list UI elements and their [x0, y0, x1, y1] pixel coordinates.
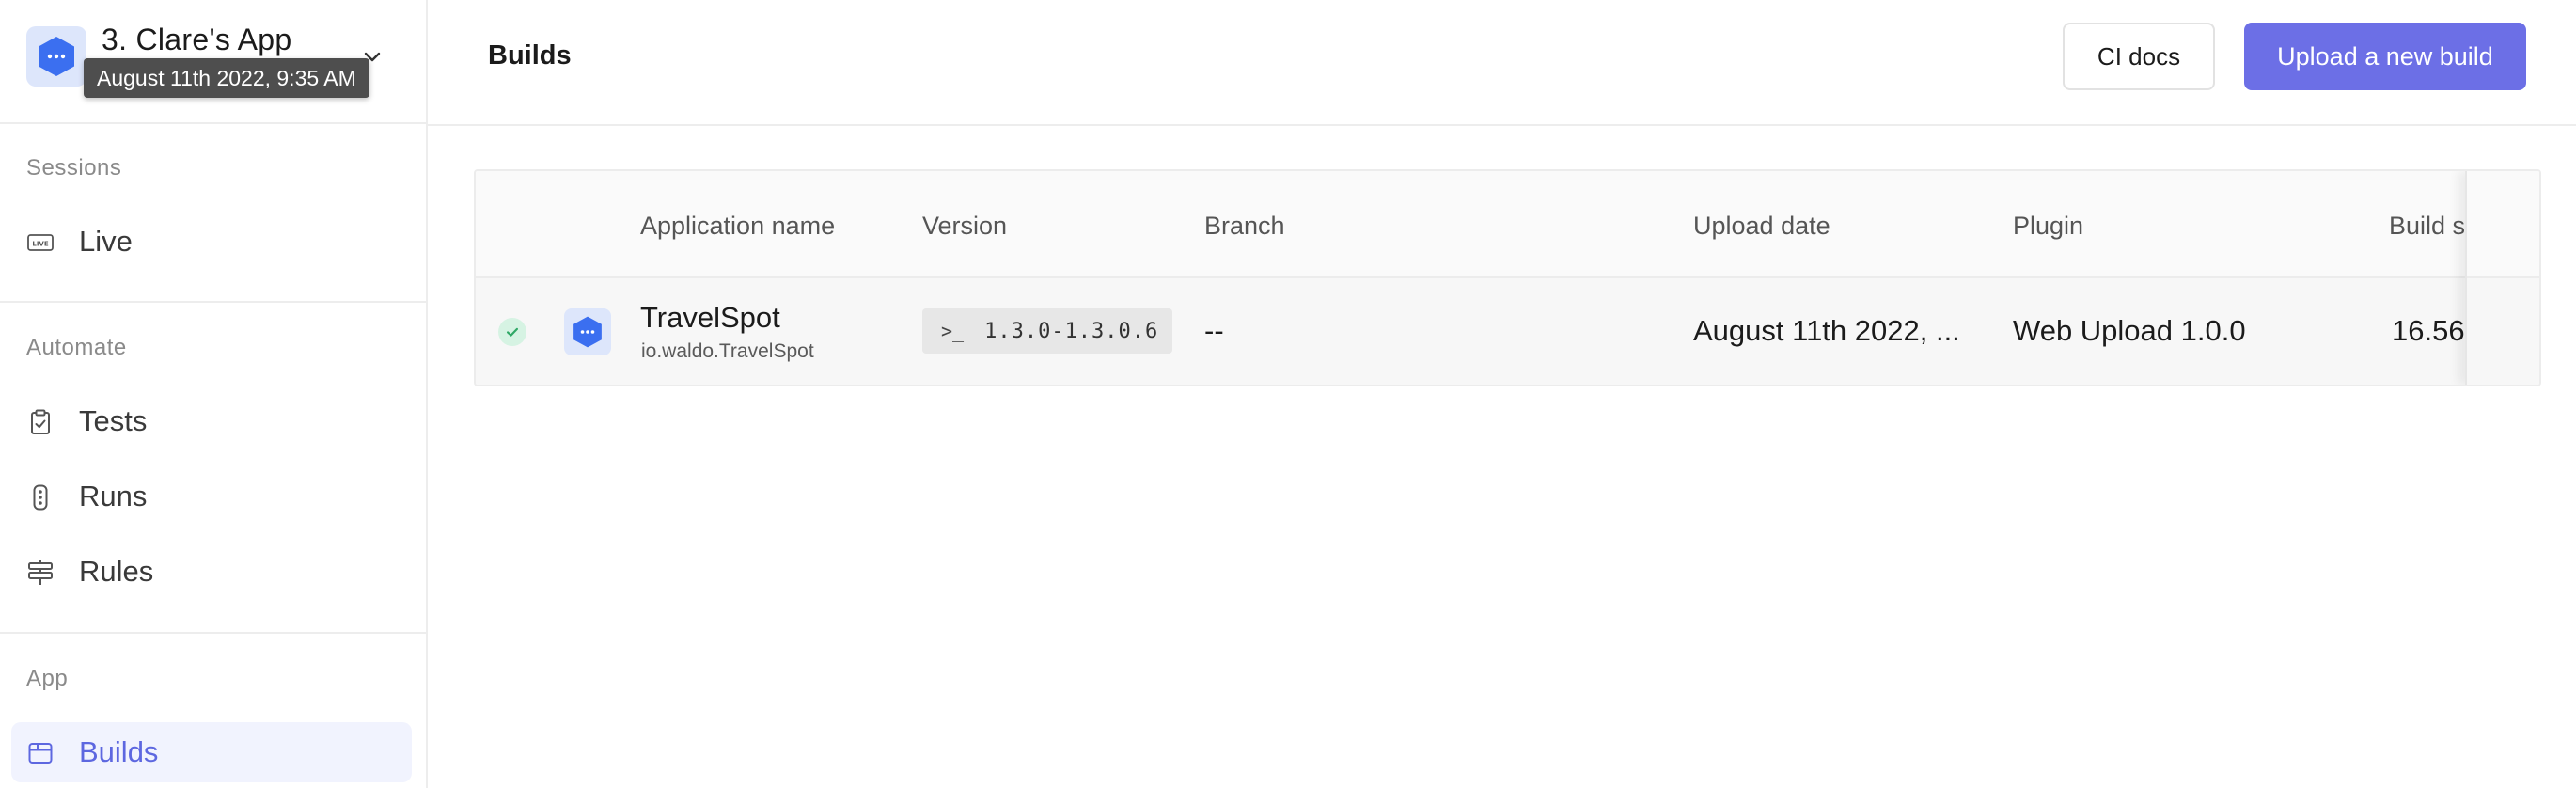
app-logo [26, 26, 86, 87]
signpost-icon [28, 560, 53, 585]
clipboard-check-icon [31, 409, 50, 434]
traffic-light-icon [33, 484, 48, 511]
column-header-branch[interactable]: Branch [1204, 212, 1285, 241]
live-icon: LIVE [27, 234, 54, 251]
page-title: Builds [488, 40, 572, 71]
sidebar-item-label: Rules [79, 555, 154, 588]
section-title-sessions: Sessions [26, 155, 122, 181]
builds-table: Application name Version Branch Upload d… [474, 169, 2541, 386]
sidebar-item-builds[interactable]: Builds [11, 722, 412, 782]
sidebar-item-label: Builds [79, 735, 159, 768]
column-header-plugin[interactable]: Plugin [2013, 212, 2083, 241]
row-plugin: Web Upload 1.0.0 [2013, 314, 2246, 347]
table-header: Application name Version Branch Upload d… [476, 171, 2539, 278]
sidebar-item-label: Tests [79, 404, 148, 437]
ci-docs-button[interactable]: CI docs [2063, 23, 2215, 90]
date-tooltip: August 11th 2022, 9:35 AM [84, 58, 369, 98]
upload-build-button[interactable]: Upload a new build [2244, 23, 2526, 90]
hexagon-app-icon [573, 316, 602, 348]
divider [0, 301, 426, 303]
table-row[interactable]: TravelSpot io.waldo.TravelSpot >_ 1.3.0-… [476, 278, 2539, 385]
version-chip: >_ 1.3.0-1.3.0.6 [922, 308, 1172, 354]
column-header-build-size[interactable]: Build si [2389, 212, 2471, 241]
column-header-application-name[interactable]: Application name [640, 212, 835, 241]
row-branch: -- [1204, 314, 1224, 347]
app-name: 3. Clare's App [102, 23, 292, 56]
sidebar-item-runs[interactable]: Runs [11, 466, 412, 527]
divider [0, 632, 426, 634]
column-header-upload-date[interactable]: Upload date [1693, 212, 1830, 241]
success-status-icon [498, 318, 526, 346]
sidebar-item-live[interactable]: LIVE Live [11, 212, 412, 272]
page-header: Builds CI docs Upload a new build [428, 0, 2576, 126]
check-icon [506, 327, 519, 337]
row-app-name: TravelSpot [640, 301, 780, 334]
row-build-size: 16.56 [2392, 314, 2465, 347]
sidebar: 3. Clare's App August 11th 2022, 9:35 AM… [0, 0, 428, 788]
section-title-automate: Automate [26, 335, 127, 360]
section-title-app: App [26, 666, 69, 691]
column-header-version[interactable]: Version [922, 212, 1007, 241]
terminal-icon: >_ [941, 320, 965, 342]
table-actions-column [2465, 171, 2539, 385]
sidebar-item-rules[interactable]: Rules [11, 542, 412, 602]
row-version: 1.3.0-1.3.0.6 [984, 319, 1159, 343]
svg-text:LIVE: LIVE [32, 241, 48, 248]
box-icon [28, 743, 53, 764]
actions-header [2467, 171, 2539, 278]
sidebar-item-tests[interactable]: Tests [11, 391, 412, 451]
app-switcher[interactable]: 3. Clare's App August 11th 2022, 9:35 AM [0, 0, 426, 124]
row-app-logo [564, 308, 611, 355]
row-upload-date: August 11th 2022, ... [1693, 314, 1960, 347]
sidebar-item-label: Runs [79, 480, 148, 512]
hexagon-app-icon [39, 37, 74, 76]
sidebar-item-label: Live [79, 225, 133, 258]
row-bundle-id: io.waldo.TravelSpot [641, 340, 814, 362]
